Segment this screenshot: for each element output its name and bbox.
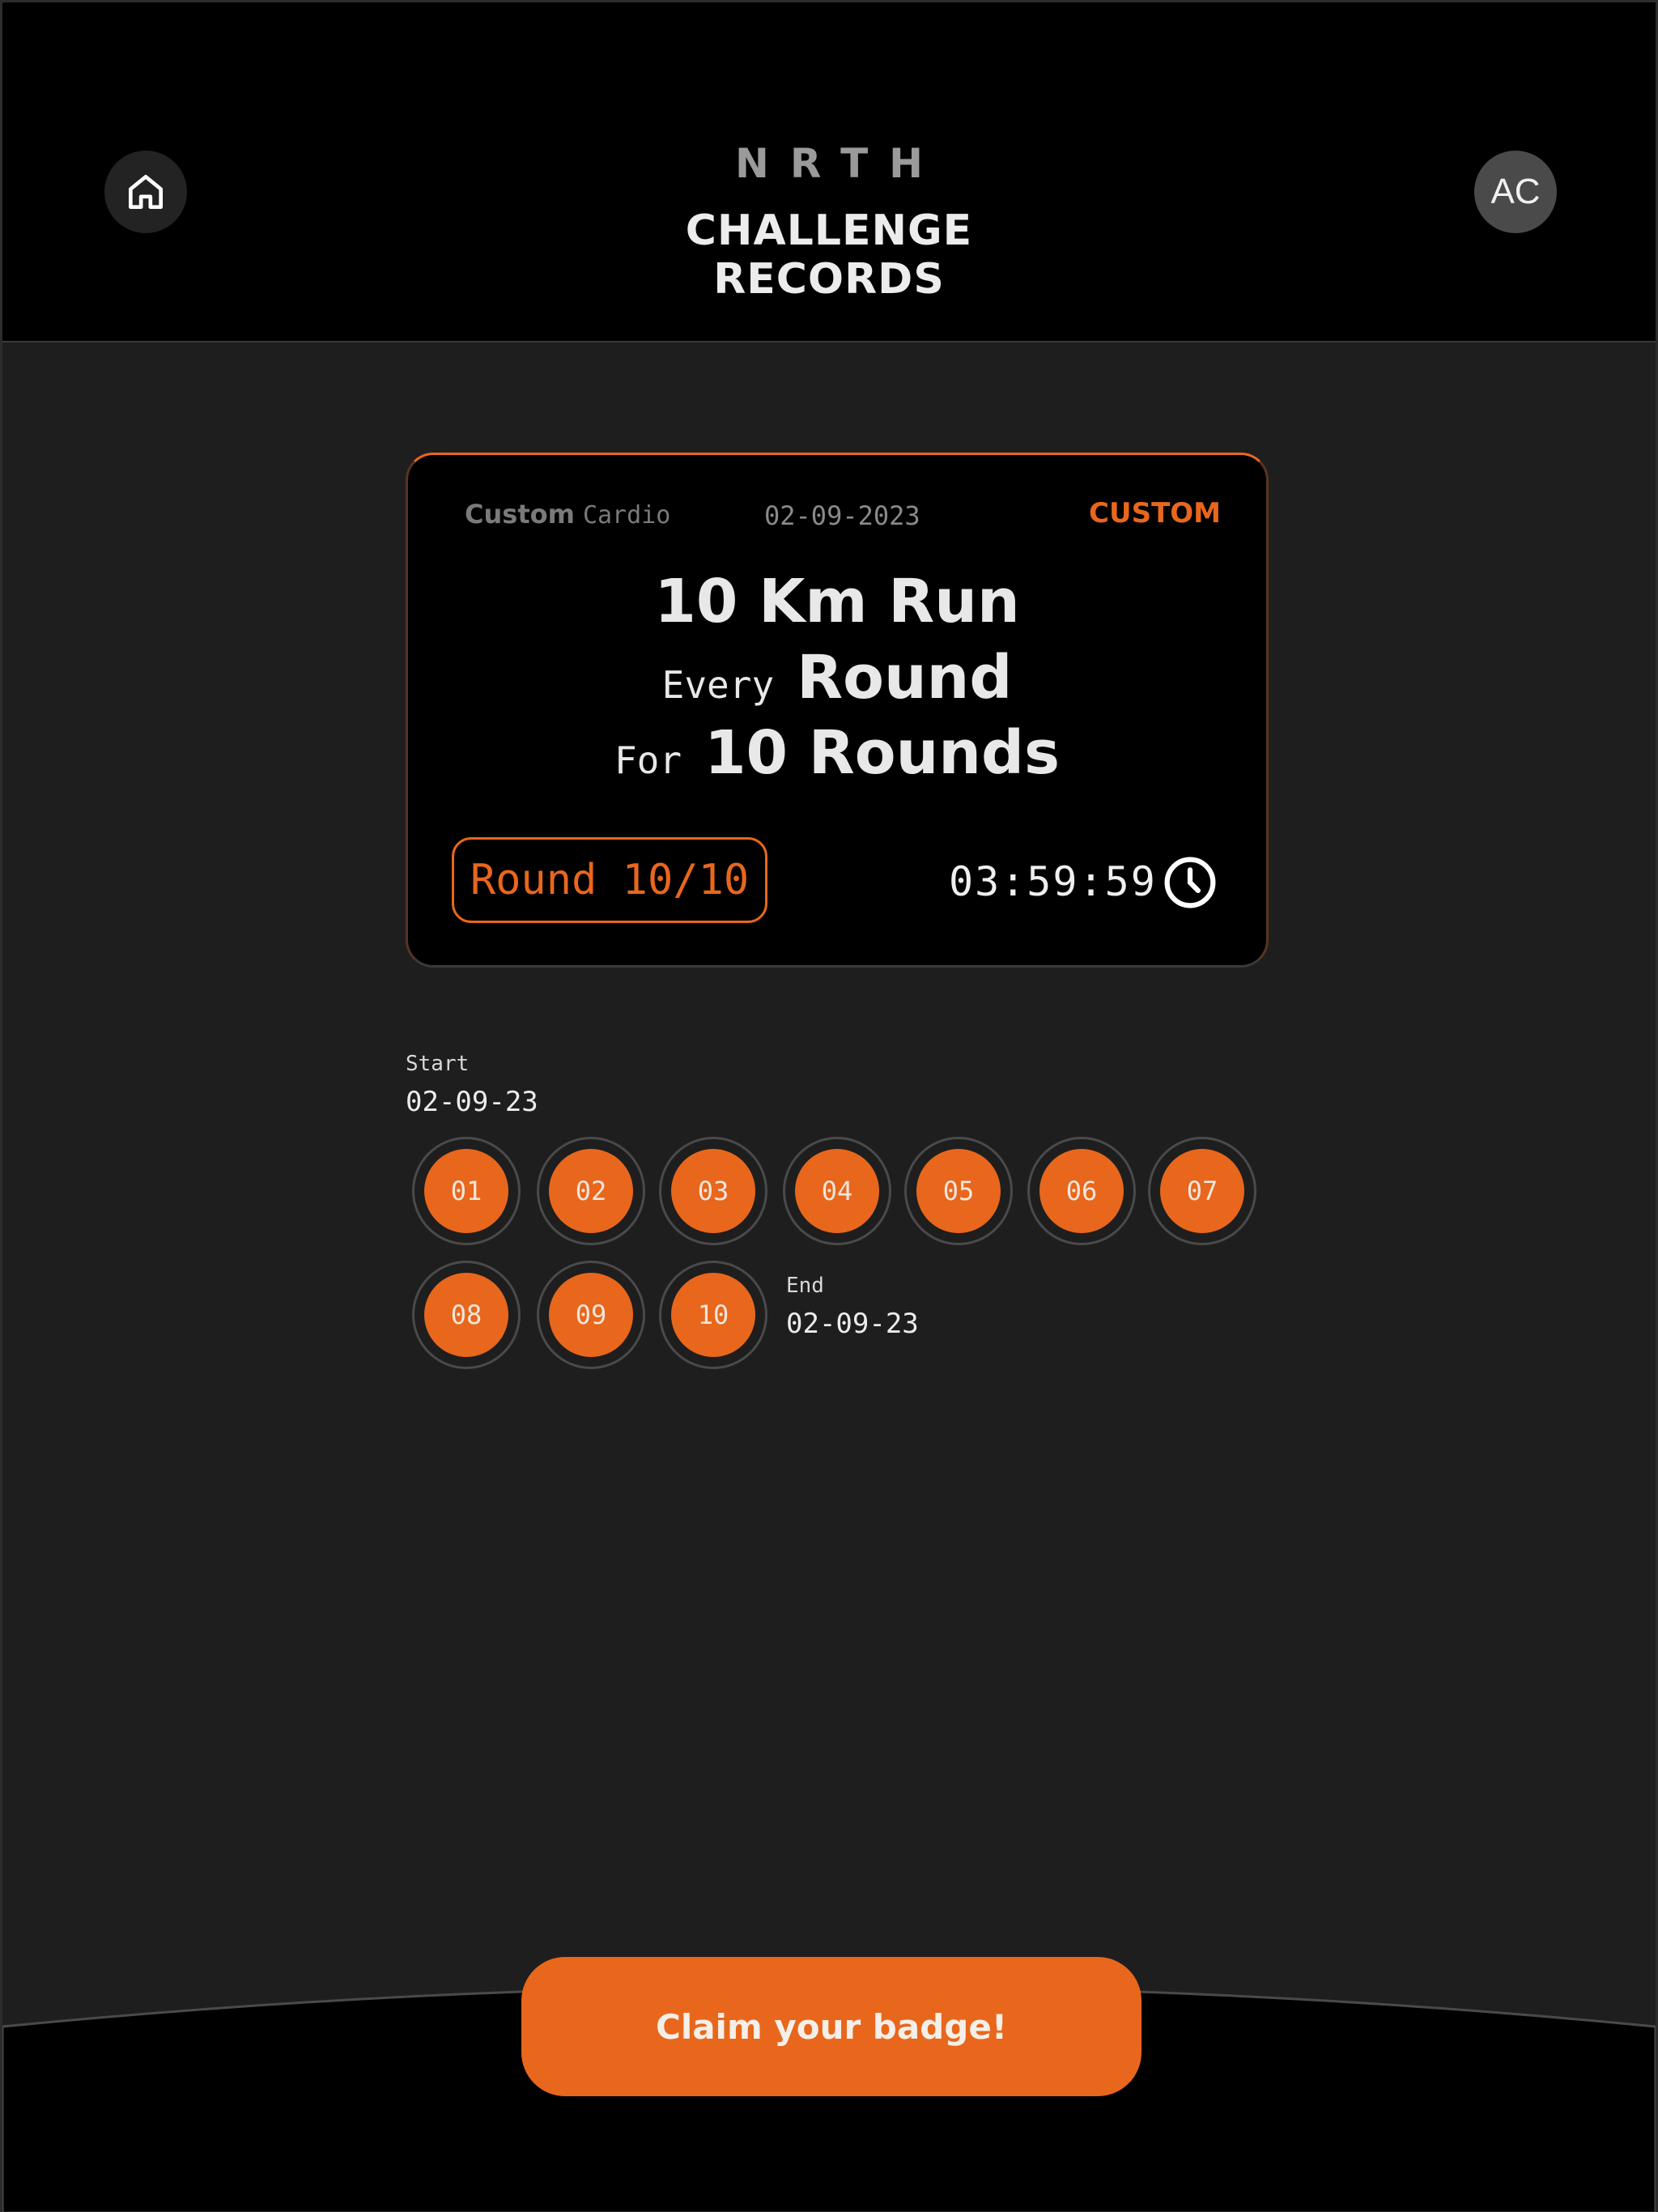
end-label: End <box>786 1274 824 1298</box>
round-indicator: 05 <box>904 1137 1013 1245</box>
round-indicator: 01 <box>412 1137 521 1245</box>
round-indicator: 04 <box>783 1137 891 1245</box>
challenge-tag: CUSTOM <box>1089 497 1221 530</box>
challenge-category: Custom Cardio <box>465 499 670 530</box>
timer: 03:59:59 <box>949 858 1157 905</box>
round-status-badge: Round 10/10 <box>452 837 767 923</box>
challenge-frequency: Every Round <box>408 643 1266 713</box>
duration-value: 10 Rounds <box>704 718 1061 788</box>
round-number: 01 <box>424 1149 508 1233</box>
title-line-1: CHALLENGE <box>685 206 973 255</box>
round-indicator: 10 <box>659 1261 767 1369</box>
round-number: 02 <box>549 1149 633 1233</box>
category-type: Custom <box>465 499 575 530</box>
round-number: 04 <box>795 1149 879 1233</box>
round-number: 07 <box>1160 1149 1244 1233</box>
duration-prefix: For <box>614 738 682 782</box>
page: NRTH CHALLENGE RECORDS AC Custom Cardio … <box>0 0 1658 2212</box>
challenge-card: Custom Cardio 02-09-2023 CUSTOM 10 Km Ru… <box>406 453 1269 968</box>
end-date: 02-09-23 <box>786 1308 919 1340</box>
start-date: 02-09-23 <box>406 1086 538 1118</box>
round-indicator: 07 <box>1148 1137 1256 1245</box>
round-indicator: 02 <box>537 1137 645 1245</box>
avatar[interactable]: AC <box>1474 151 1557 233</box>
round-number: 03 <box>671 1149 755 1233</box>
round-number: 10 <box>671 1273 755 1357</box>
page-title: CHALLENGE RECORDS <box>2 206 1656 304</box>
brand-logo: NRTH <box>734 140 945 187</box>
round-number: 06 <box>1039 1149 1124 1233</box>
round-number: 05 <box>916 1149 1001 1233</box>
header: NRTH CHALLENGE RECORDS AC <box>2 2 1656 342</box>
clock-icon <box>1164 857 1216 908</box>
category-name: Cardio <box>582 501 671 530</box>
challenge-exercise: 10 Km Run <box>654 567 1020 636</box>
title-line-2: RECORDS <box>713 255 945 304</box>
round-indicator: 09 <box>537 1261 645 1369</box>
round-indicator: 03 <box>659 1137 767 1245</box>
frequency-value: Round <box>797 643 1013 713</box>
start-label: Start <box>406 1052 470 1076</box>
challenge-duration: For 10 Rounds <box>408 718 1266 788</box>
round-indicator: 08 <box>412 1261 521 1369</box>
round-number: 08 <box>424 1273 508 1357</box>
challenge-date: 02-09-2023 <box>764 500 920 531</box>
round-indicator: 06 <box>1027 1137 1136 1245</box>
round-number: 09 <box>549 1273 633 1357</box>
claim-badge-button[interactable]: Claim your badge! <box>521 1957 1141 2096</box>
frequency-prefix: Every <box>661 663 775 707</box>
